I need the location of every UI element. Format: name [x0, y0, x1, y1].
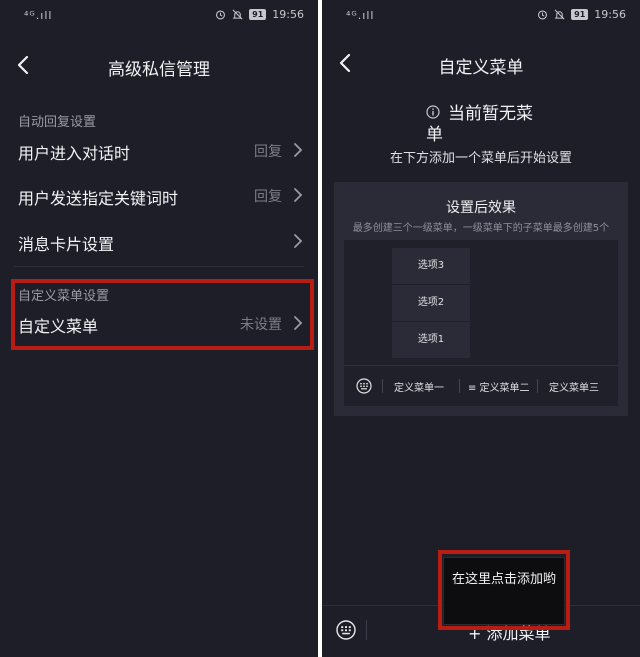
clock: 19:56 — [594, 8, 626, 21]
right-screen: ⁴ᴳ.ıll 91 19:56 自定义菜单 当前暂无菜 单 在下方添加一个菜单后… — [322, 0, 640, 657]
row-label: 用户发送指定关键词时 — [18, 189, 179, 208]
preview-title: 设置后效果 — [446, 200, 516, 216]
row-value: 回复 — [254, 144, 282, 160]
preview-card: 设置后效果 最多创建三个一级菜单，一级菜单下的子菜单最多创建5个 选项3 选项2… — [334, 182, 628, 416]
mute-icon — [232, 9, 243, 20]
submenu-item: 选项3 — [392, 248, 470, 285]
row-label: 用户进入对话时 — [18, 144, 131, 163]
row-enter-conversation[interactable]: 用户进入对话时 回复 — [0, 128, 318, 172]
submenu-item: 选项1 — [417, 334, 445, 345]
info-icon — [426, 104, 440, 119]
chevron-right-icon — [294, 143, 303, 157]
left-screen: ⁴ᴳ.ıll 91 19:56 高级私信管理 自动回复设置 用户进入对话时 回复… — [0, 0, 318, 657]
keyboard-icon[interactable] — [336, 620, 356, 640]
row-value: 回复 — [254, 189, 282, 205]
empty-state-hint: 在下方添加一个菜单后开始设置 — [389, 151, 572, 166]
alarm-icon — [216, 10, 226, 20]
row-keyword-reply[interactable]: 用户发送指定关键词时 回复 — [0, 173, 318, 217]
menu-separator — [537, 379, 538, 393]
mock-menu-bar: 定义菜单一 ≡ 定义菜单二 定义菜单三 — [344, 365, 618, 406]
bar-separator — [366, 620, 367, 640]
empty-state-text-wrap: 单 — [426, 125, 443, 145]
chevron-right-icon — [294, 188, 303, 202]
alarm-icon — [538, 10, 548, 20]
preview-subtitle: 最多创建三个一级菜单，一级菜单下的子菜单最多创建5个 — [352, 223, 610, 234]
submenu-item: 选项2 — [392, 285, 470, 322]
signal-indicator: ⁴ᴳ.ıll — [346, 9, 375, 22]
status-bar: ⁴ᴳ.ıll 91 19:56 — [0, 0, 318, 30]
chevron-right-icon — [294, 234, 303, 248]
page-title: 自定义菜单 — [438, 58, 524, 78]
highlight-box — [11, 279, 314, 350]
menu-separator — [382, 379, 383, 393]
menu-separator — [459, 379, 460, 393]
clock: 19:56 — [272, 8, 304, 21]
battery-indicator: 91 — [571, 9, 589, 20]
row-message-card[interactable]: 消息卡片设置 — [0, 219, 318, 263]
keyboard-icon — [356, 378, 372, 394]
nav-bar: 自定义菜单 — [322, 38, 640, 88]
mock-menu-item-3: 定义菜单三 — [549, 383, 599, 394]
mute-icon — [554, 9, 565, 20]
battery-indicator: 91 — [249, 9, 267, 20]
mock-menu-item-1: 定义菜单一 — [394, 383, 444, 394]
row-label: 消息卡片设置 — [18, 235, 115, 254]
divider — [14, 266, 304, 267]
signal-indicator: ⁴ᴳ.ıll — [24, 9, 53, 22]
nav-bar: 高级私信管理 — [0, 40, 318, 90]
page-title: 高级私信管理 — [108, 60, 210, 80]
mock-menu-item-2: ≡ 定义菜单二 — [468, 383, 530, 394]
empty-state-text: 当前暂无菜 — [448, 104, 533, 124]
highlight-box — [438, 550, 570, 630]
menu-mockup: 选项3 选项2 选项1 定义菜单一 ≡ 定义菜单二 定义菜单三 — [344, 240, 618, 406]
submenu-popup: 选项3 选项2 选项1 — [392, 248, 470, 358]
status-bar: ⁴ᴳ.ıll 91 19:56 — [322, 0, 640, 30]
